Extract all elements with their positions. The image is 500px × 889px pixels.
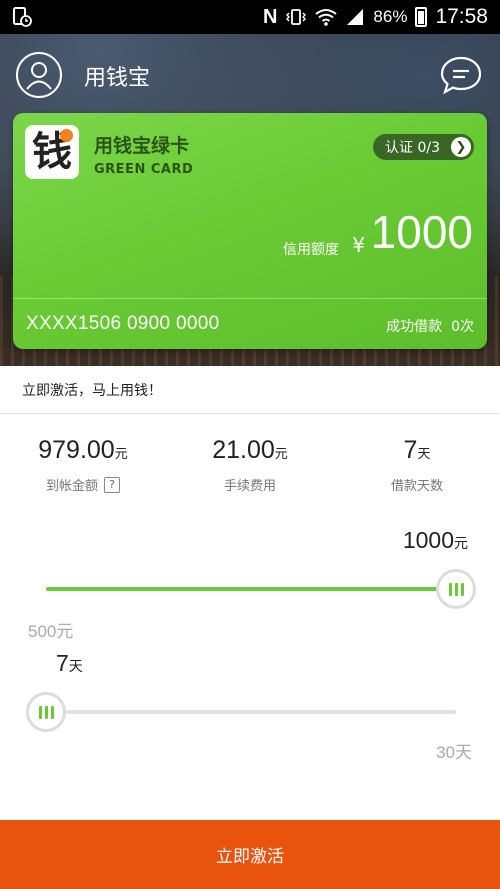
clock: 17:58: [435, 5, 488, 28]
wifi-icon: [315, 9, 338, 26]
status-bar: N 86% 17:58: [0, 0, 500, 34]
loan-count-value: 0次: [451, 319, 474, 335]
stat-unit: 元: [114, 447, 128, 462]
stat-value: 979.00: [38, 436, 115, 464]
days-slider-track[interactable]: [46, 710, 456, 714]
card-divider: [13, 298, 487, 299]
amount-slider-handle[interactable]: [436, 569, 476, 609]
currency-symbol: ¥: [352, 233, 365, 257]
stat-label: 借款天数: [390, 479, 443, 494]
amount-value: 1000: [402, 527, 454, 553]
stat-value: 21.00: [212, 436, 275, 464]
user-avatar-button[interactable]: [16, 52, 62, 98]
card-number: XXXX1506 0900 0000: [26, 313, 220, 334]
days-value: 7: [56, 650, 69, 676]
nfc-icon: N: [262, 5, 278, 28]
days-max-label: 30天: [436, 743, 472, 762]
amount-min-label: 500元: [28, 622, 74, 641]
days-slider-handle[interactable]: [26, 692, 66, 732]
credit-limit-label: 信用额度: [283, 242, 339, 258]
help-icon[interactable]: ?: [104, 476, 120, 493]
stat-unit: 天: [417, 447, 431, 462]
app-bar: 用钱宝: [0, 34, 500, 114]
stat-label: 到帐金额: [45, 479, 98, 494]
stat-fee: 21.00元 手续费用: [175, 436, 325, 494]
activation-notice: 立即激活，马上用钱！: [0, 366, 500, 414]
chat-bubble-icon: [440, 56, 482, 95]
stat-received-amount: 979.00元 到帐金额?: [8, 436, 158, 494]
amount-unit: 元: [454, 535, 468, 551]
card-name: 用钱宝绿卡: [94, 135, 190, 157]
battery-icon: [415, 7, 428, 27]
messages-button[interactable]: [438, 52, 484, 98]
notification-icon: [13, 7, 32, 27]
loan-count-label: 成功借款: [386, 319, 443, 335]
battery-percent: 86%: [373, 7, 408, 26]
credit-limit-value: 1000: [370, 206, 473, 258]
amount-slider-value: 1000元: [403, 527, 468, 554]
activate-button[interactable]: 立即激活: [0, 820, 500, 889]
stat-loan-days: 7天 借款天数: [342, 436, 492, 494]
chevron-right-icon: ❯: [451, 137, 471, 157]
green-card[interactable]: 钱 用钱宝绿卡 GREEN CARD 认证 0/3 ❯ 信用额度 ¥ 1000 …: [13, 113, 487, 349]
vibrate-icon: [286, 9, 307, 25]
stat-value: 7: [403, 436, 418, 464]
logo-dot: [60, 129, 73, 142]
amount-slider-fill: [46, 587, 456, 591]
days-slider-value: 7天: [56, 650, 83, 677]
stat-unit: 元: [274, 447, 288, 462]
days-unit: 天: [68, 658, 83, 674]
page-title: 用钱宝: [84, 65, 151, 90]
verification-label: 认证 0/3: [385, 140, 440, 156]
loan-count: 成功借款 0次: [386, 316, 474, 336]
signal-icon: [347, 9, 364, 25]
user-icon: [26, 62, 52, 90]
card-subtitle: GREEN CARD: [94, 162, 194, 177]
app-logo: 钱: [25, 125, 79, 179]
verification-button[interactable]: 认证 0/3 ❯: [373, 134, 474, 160]
amount-slider-track[interactable]: [46, 587, 456, 591]
stat-label: 手续费用: [223, 479, 276, 494]
